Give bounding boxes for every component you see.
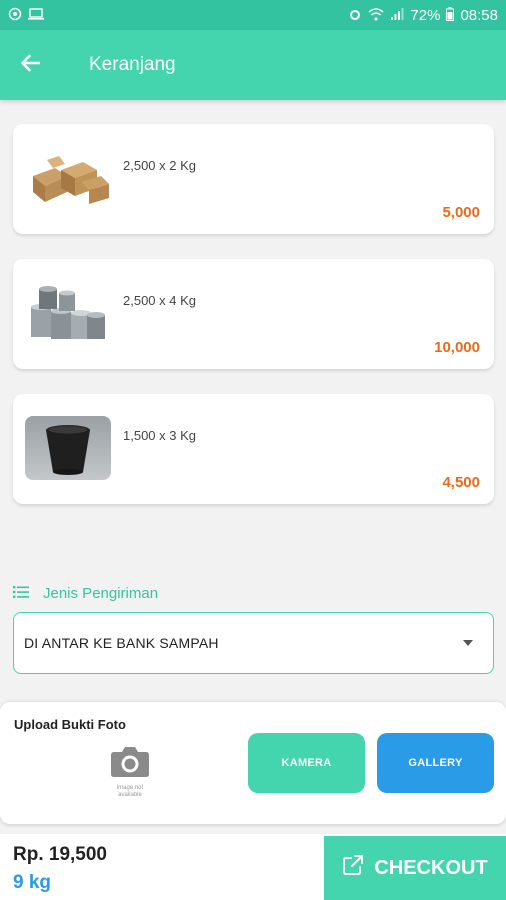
item-price: 10,000 — [434, 339, 480, 356]
back-button[interactable] — [0, 30, 60, 100]
cart-item[interactable]: 2,500 x 4 Kg 10,000 — [13, 259, 494, 369]
checkout-label: CHECKOUT — [374, 856, 488, 879]
total-weight: 9 kg — [13, 872, 52, 893]
list-icon — [13, 585, 29, 602]
photo-placeholder: image not available — [100, 744, 160, 806]
item-quantity: 2,500 x 4 Kg — [123, 293, 196, 308]
upload-panel: Upload Bukti Foto image not available KA… — [0, 702, 506, 824]
battery-percent: 72% — [410, 6, 441, 24]
item-price: 4,500 — [442, 474, 480, 491]
arrow-left-icon — [20, 54, 41, 77]
item-quantity: 2,500 x 2 Kg — [123, 158, 196, 173]
status-bar: 72% 08:58 — [0, 0, 506, 30]
cardboard-boxes-image — [25, 146, 111, 210]
cart-item[interactable]: 1,500 x 3 Kg 4,500 — [13, 394, 494, 504]
app-bar: Keranjang — [0, 30, 506, 100]
external-link-icon — [342, 854, 364, 882]
shipping-label: Jenis Pengiriman — [13, 585, 158, 602]
total-price: Rp. 19,500 — [13, 844, 107, 865]
shipping-selected-value: DI ANTAR KE BANK SAMPAH — [24, 635, 219, 651]
plastic-pot-image — [25, 416, 111, 480]
shipping-label-text: Jenis Pengiriman — [43, 585, 159, 602]
placeholder-text: image not available — [116, 785, 144, 798]
gallery-button[interactable]: GALLERY — [377, 733, 494, 793]
sync-icon — [8, 7, 22, 23]
caret-down-icon — [463, 640, 473, 646]
checkout-button[interactable]: CHECKOUT — [324, 836, 506, 900]
cart-item[interactable]: 2,500 x 2 Kg 5,000 — [13, 124, 494, 234]
camera-button[interactable]: KAMERA — [248, 733, 365, 793]
page-title: Keranjang — [89, 54, 176, 75]
upload-title: Upload Bukti Foto — [14, 717, 126, 732]
alarm-icon — [348, 7, 362, 23]
battery-icon — [446, 7, 455, 23]
wifi-icon — [368, 7, 384, 23]
metal-cans-image — [25, 281, 111, 345]
signal-icon — [390, 7, 404, 23]
shipping-dropdown[interactable]: DI ANTAR KE BANK SAMPAH — [13, 612, 494, 674]
checkout-bar: Rp. 19,500 9 kg CHECKOUT — [0, 834, 506, 900]
item-price: 5,000 — [442, 204, 480, 221]
clock: 08:58 — [460, 6, 498, 24]
camera-icon — [110, 744, 150, 783]
laptop-icon — [28, 8, 44, 22]
item-quantity: 1,500 x 3 Kg — [123, 428, 196, 443]
